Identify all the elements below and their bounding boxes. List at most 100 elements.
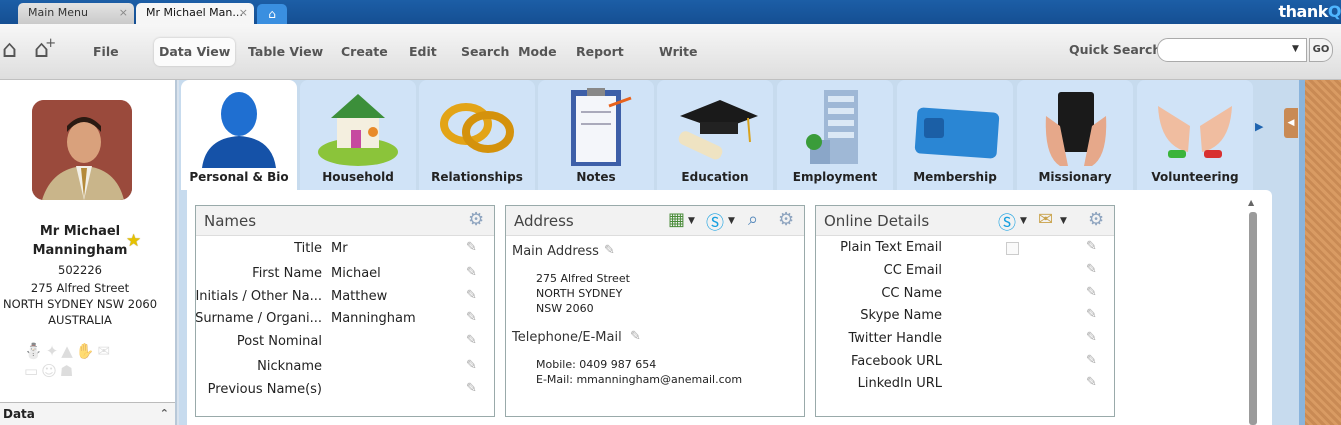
field-row[interactable]: LinkedIn URL ✎	[816, 374, 1114, 396]
tab-notes[interactable]: Notes	[538, 80, 654, 190]
pencil-icon[interactable]: ✎	[1086, 353, 1097, 368]
menu-edit[interactable]: Edit	[404, 38, 442, 66]
contact-address-line: NORTH SYDNEY NSW 2060	[2, 297, 158, 311]
pencil-icon[interactable]: ✎	[1086, 330, 1097, 345]
field-row[interactable]: Post Nominal ✎	[196, 332, 494, 354]
address-line: 275 Alfred Street	[536, 272, 630, 285]
tab-household[interactable]: Household	[300, 80, 416, 190]
pencil-icon[interactable]: ✎	[466, 265, 477, 280]
field-row[interactable]: First Name Michael ✎	[196, 264, 494, 286]
field-row[interactable]: CC Name ✎	[816, 284, 1114, 306]
tab-label: Volunteering	[1151, 170, 1239, 184]
chevron-down-icon[interactable]: ▼	[1060, 216, 1067, 226]
tab-label: Main Menu	[28, 6, 88, 19]
close-icon[interactable]: ×	[239, 3, 248, 23]
chevron-down-icon[interactable]: ▼	[1020, 216, 1027, 226]
pencil-icon[interactable]: ✎	[1086, 375, 1097, 390]
menu-create[interactable]: Create	[336, 38, 393, 66]
chevron-down-icon[interactable]: ▼	[728, 216, 735, 226]
field-label: Twitter Handle	[848, 331, 942, 346]
field-value[interactable]: Mr	[331, 241, 348, 256]
pencil-icon[interactable]: ✎	[466, 381, 477, 396]
field-row[interactable]: Twitter Handle ✎	[816, 329, 1114, 351]
pencil-icon[interactable]: ✎	[630, 329, 641, 344]
data-section-header[interactable]: Data ⌃	[0, 402, 175, 425]
tab-employment[interactable]: Employment	[777, 80, 893, 190]
menu-report[interactable]: Report	[571, 38, 629, 66]
corkboard-toggle-icon[interactable]: ◀	[1284, 108, 1298, 138]
scroll-right-icon[interactable]: ▶	[1255, 120, 1263, 133]
chevron-down-icon[interactable]: ▼	[1292, 44, 1299, 54]
pencil-icon[interactable]: ✎	[1086, 239, 1097, 254]
pencil-icon[interactable]: ✎	[466, 288, 477, 303]
mobile-line: Mobile: 0409 987 654	[536, 358, 657, 371]
skype-icon[interactable]: Ⓢ	[706, 209, 724, 235]
field-row[interactable]: Plain Text Email ✎	[816, 238, 1114, 260]
tab-personal-bio[interactable]: Personal & Bio	[181, 80, 297, 190]
field-row[interactable]: Surname / Organi... Manningham ✎	[195, 309, 494, 331]
quick-search-input[interactable]	[1157, 38, 1307, 62]
email-line: E-Mail: mmanningham@anemail.com	[536, 373, 743, 386]
pencil-icon[interactable]: ✎	[604, 243, 615, 258]
pencil-icon[interactable]: ✎	[466, 310, 477, 325]
skype-icon[interactable]: Ⓢ	[998, 209, 1016, 235]
award-icon: ✦	[45, 342, 62, 360]
star-icon[interactable]: ★	[126, 231, 141, 251]
tab-contact-record[interactable]: Mr Michael Man... ×	[136, 3, 254, 24]
field-row[interactable]: Initials / Other Na... Matthew ✎	[195, 287, 494, 309]
gift-icon: ⛄	[24, 342, 46, 360]
tab-education[interactable]: Education	[657, 80, 773, 190]
tab-missionary[interactable]: Missionary	[1017, 80, 1133, 190]
menu-file[interactable]: File	[88, 38, 124, 66]
pencil-icon[interactable]: ✎	[1086, 307, 1097, 322]
toolbar: ⌂ ⌂+ File Data View Table View Create Ed…	[0, 24, 1341, 80]
field-row[interactable]: Facebook URL ✎	[816, 352, 1114, 374]
tab-main-menu[interactable]: Main Menu ×	[18, 3, 134, 24]
close-icon[interactable]: ×	[119, 3, 128, 23]
menu-search-mode[interactable]: Search Mode	[456, 38, 562, 66]
map-icon[interactable]: ▦	[668, 209, 685, 230]
pencil-icon[interactable]: ✎	[1086, 285, 1097, 300]
add-home-icon[interactable]: ⌂+	[34, 36, 60, 67]
email-icon[interactable]: ✉	[1038, 209, 1053, 230]
field-label: Post Nominal	[236, 334, 322, 349]
field-row[interactable]: Previous Name(s) ✎	[196, 380, 494, 402]
field-row[interactable]: Nickname ✎	[196, 357, 494, 379]
menu-table-view[interactable]: Table View	[243, 38, 328, 66]
field-value[interactable]: Matthew	[331, 289, 387, 304]
chevron-down-icon[interactable]: ▼	[688, 216, 695, 226]
field-label: Title	[294, 241, 322, 256]
scroll-up-icon[interactable]: ▲	[1248, 198, 1254, 207]
plain-text-email-checkbox[interactable]	[1006, 242, 1019, 255]
contact-id: 502226	[58, 263, 102, 277]
quick-search-label: Quick Search	[1069, 42, 1162, 57]
pencil-icon[interactable]: ✎	[1086, 262, 1097, 277]
home-icon[interactable]: ⌂	[2, 36, 17, 62]
search-icon[interactable]: ⌕	[748, 209, 758, 230]
field-row[interactable]: Skype Name ✎	[816, 306, 1114, 328]
tab-volunteering[interactable]: Volunteering	[1137, 80, 1253, 190]
membership-card-icon	[905, 86, 1005, 168]
chevron-up-icon[interactable]: ⌃	[160, 403, 169, 425]
scrollbar-thumb[interactable]	[1249, 212, 1257, 425]
menu-write[interactable]: Write	[654, 38, 702, 66]
field-row[interactable]: CC Email ✎	[816, 261, 1114, 283]
panel-header: Online Details Ⓢ ▼ ✉ ▼ ⚙	[816, 206, 1114, 236]
gear-icon[interactable]: ⚙	[1088, 209, 1104, 230]
tab-membership[interactable]: Membership	[897, 80, 1013, 190]
field-value[interactable]: Manningham	[331, 311, 416, 326]
tab-label: Personal & Bio	[189, 170, 289, 184]
avatar	[32, 100, 132, 200]
pencil-icon[interactable]: ✎	[466, 333, 477, 348]
vertical-scrollbar[interactable]: ▲	[1247, 198, 1259, 425]
field-row[interactable]: Title Mr ✎	[196, 239, 494, 261]
gear-icon[interactable]: ⚙	[468, 209, 484, 230]
pencil-icon[interactable]: ✎	[466, 240, 477, 255]
field-value[interactable]: Michael	[331, 266, 381, 281]
tab-relationships[interactable]: Relationships	[419, 80, 535, 190]
go-button[interactable]: GO	[1309, 38, 1333, 62]
pencil-icon[interactable]: ✎	[466, 358, 477, 373]
menu-data-view[interactable]: Data View	[154, 38, 236, 66]
home-tab-icon[interactable]: ⌂	[257, 4, 287, 24]
gear-icon[interactable]: ⚙	[778, 209, 794, 230]
